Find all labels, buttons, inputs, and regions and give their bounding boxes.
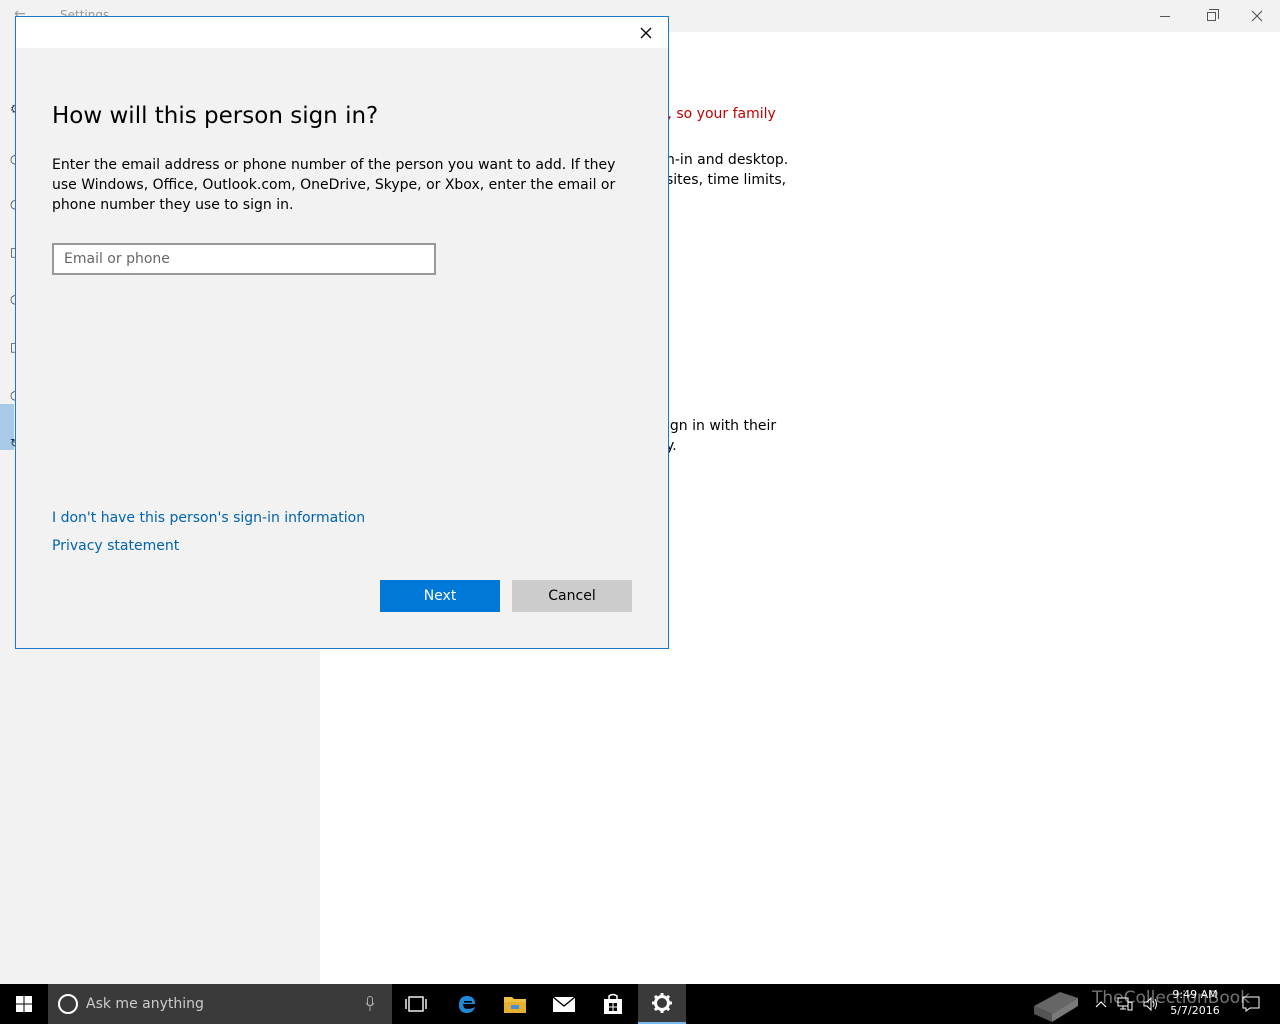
content-warning-text: w, so your family xyxy=(656,106,776,122)
store-icon xyxy=(604,993,622,1014)
no-signin-info-link[interactable]: I don't have this person's sign-in infor… xyxy=(52,510,365,526)
search-placeholder: Ask me anything xyxy=(86,996,204,1012)
dialog-close-button[interactable] xyxy=(634,21,658,45)
task-view-button[interactable] xyxy=(392,984,440,1024)
close-window-button[interactable] xyxy=(1234,0,1280,32)
file-explorer-button[interactable] xyxy=(491,984,539,1024)
start-button[interactable] xyxy=(0,984,48,1024)
dialog-description: Enter the email address or phone number … xyxy=(52,157,616,213)
watermark-text: TheCollectionBook xyxy=(1092,988,1251,1008)
taskbar: Ask me anything 9:49 AM 5/7/2016 xyxy=(0,984,1280,1024)
dialog-titlebar xyxy=(16,17,668,48)
cortana-search-box[interactable]: Ask me anything xyxy=(48,984,392,1024)
mail-button[interactable] xyxy=(540,984,588,1024)
next-button[interactable]: Next xyxy=(380,580,500,612)
cancel-button[interactable]: Cancel xyxy=(512,580,632,612)
task-view-icon xyxy=(405,996,427,1012)
dialog-heading: How will this person sign in? xyxy=(52,103,379,129)
mail-icon xyxy=(552,996,576,1012)
content-text: ign in with their xyxy=(666,418,777,434)
close-icon xyxy=(640,27,652,39)
maximize-icon xyxy=(1206,8,1219,21)
file-explorer-icon xyxy=(504,997,526,1013)
edge-button[interactable] xyxy=(443,984,491,1024)
restore-button[interactable] xyxy=(1188,0,1234,32)
microphone-icon[interactable] xyxy=(360,994,380,1014)
settings-gear-icon xyxy=(652,993,672,1013)
privacy-statement-link[interactable]: Privacy statement xyxy=(52,538,179,554)
minimize-icon xyxy=(1160,15,1170,17)
minimize-button[interactable] xyxy=(1142,0,1188,32)
store-button[interactable] xyxy=(589,984,637,1024)
windows-logo-icon xyxy=(16,996,32,1012)
edge-icon xyxy=(459,996,475,1013)
book-icon xyxy=(1034,992,1078,1022)
content-text: sites, time limits, xyxy=(666,172,787,188)
settings-app-button[interactable] xyxy=(638,984,686,1024)
email-or-phone-input[interactable] xyxy=(52,243,436,275)
content-text: n-in and desktop. xyxy=(666,152,789,168)
cortana-icon xyxy=(58,994,78,1014)
close-icon xyxy=(1251,10,1263,22)
add-person-dialog: How will this person sign in? Enter the … xyxy=(15,16,669,649)
